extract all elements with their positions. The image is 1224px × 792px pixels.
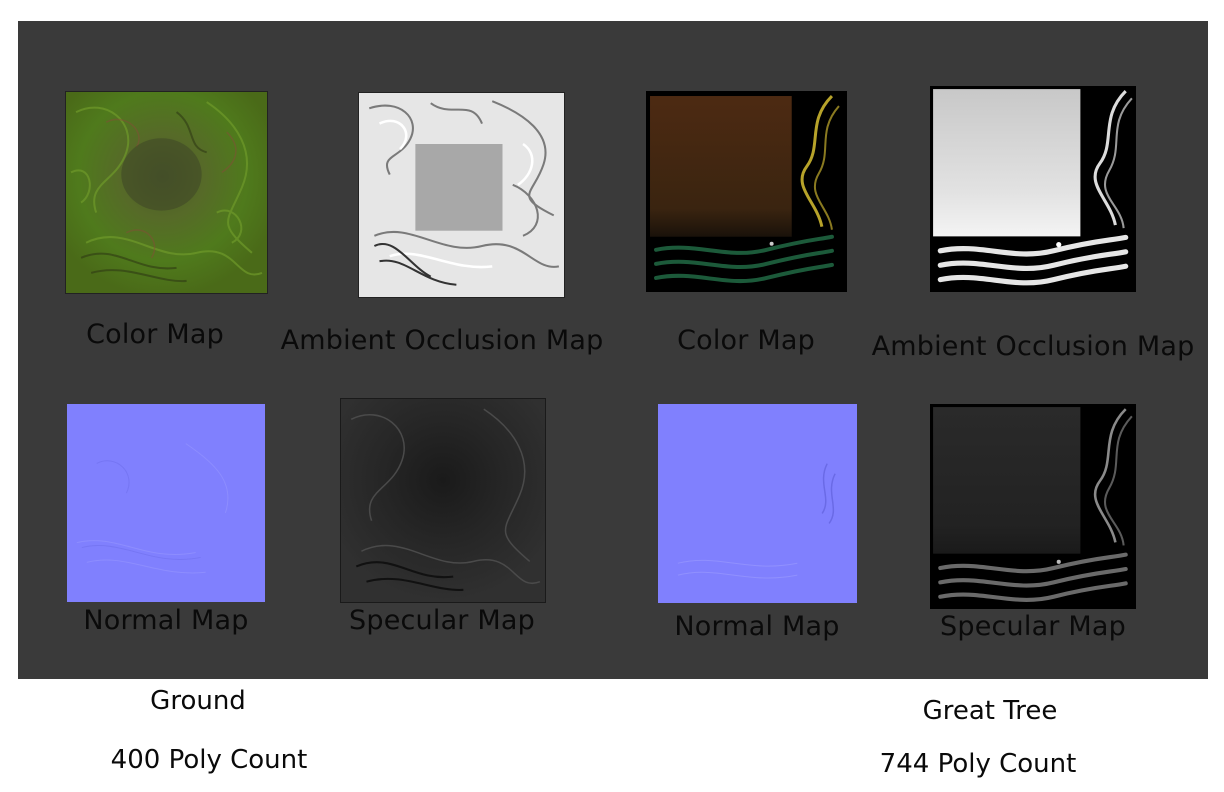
ground-specular-map-texture xyxy=(340,398,546,603)
tree-specular-map-texture xyxy=(930,404,1136,609)
ground-normal-map-label: Normal Map xyxy=(83,605,249,636)
tree-normal-map-label: Normal Map xyxy=(674,611,840,642)
tree-normal-map-texture xyxy=(658,404,857,603)
ground-specular-map-label: Specular Map xyxy=(349,605,535,636)
ground-color-map-texture xyxy=(65,91,268,294)
ground-poly-count: 400 Poly Count xyxy=(110,745,308,775)
ground-normal-map-texture xyxy=(67,404,265,602)
tree-poly-count: 744 Poly Count xyxy=(879,749,1077,779)
ground-ambient-occlusion-texture xyxy=(358,92,565,298)
tree-ao-map-label: Ambient Occlusion Map xyxy=(871,331,1195,362)
tree-title: Great Tree xyxy=(922,696,1058,726)
tree-ambient-occlusion-texture xyxy=(930,86,1136,292)
tree-specular-map-label: Specular Map xyxy=(940,611,1126,642)
ground-color-map-label: Color Map xyxy=(86,319,224,350)
tree-color-map-label: Color Map xyxy=(677,325,815,356)
ground-ao-map-label: Ambient Occlusion Map xyxy=(280,325,604,356)
ground-title: Ground xyxy=(150,686,246,716)
tree-color-map-texture xyxy=(646,91,847,292)
